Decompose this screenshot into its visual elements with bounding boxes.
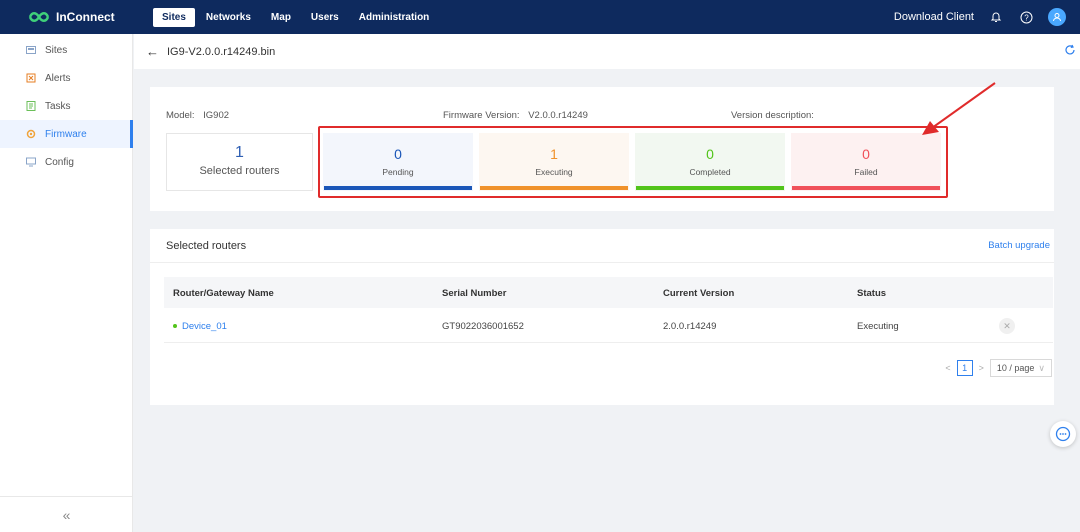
sidebar-item-tasks[interactable]: Tasks xyxy=(0,92,132,120)
brand-logo[interactable]: InConnect xyxy=(0,0,133,34)
nav-sites[interactable]: Sites xyxy=(153,7,195,27)
brand-name: InConnect xyxy=(56,10,115,24)
firmware-version-label: Firmware Version: xyxy=(443,110,520,121)
sidebar-item-label: Tasks xyxy=(45,100,71,112)
chat-support-button[interactable] xyxy=(1050,421,1076,447)
page-number-button[interactable]: 1 xyxy=(956,360,973,376)
firmware-icon xyxy=(26,129,36,139)
batch-upgrade-link[interactable]: Batch upgrade xyxy=(988,240,1050,251)
sidebar-item-label: Alerts xyxy=(45,72,71,84)
column-header: Current Version xyxy=(663,288,735,299)
chevron-down-icon: ∨ xyxy=(1038,362,1045,373)
model-value: IG902 xyxy=(203,110,230,121)
selected-routers-count-box: 1 Selected routers xyxy=(166,133,313,191)
close-icon: ✕ xyxy=(1003,320,1011,331)
nav-networks[interactable]: Networks xyxy=(197,8,260,27)
column-header: Status xyxy=(857,288,887,299)
column-header: Serial Number xyxy=(442,288,507,299)
sidebar-item-label: Firmware xyxy=(45,128,87,140)
bell-icon[interactable] xyxy=(988,9,1004,25)
card-title: Selected routers xyxy=(166,240,247,252)
sidebar-item-firmware[interactable]: Firmware xyxy=(0,120,133,148)
tasks-icon xyxy=(26,101,36,111)
top-nav: Sites Networks Map Users Administration xyxy=(153,0,438,34)
logo-icon xyxy=(28,12,50,22)
sidebar-collapse-button[interactable]: « xyxy=(0,496,133,532)
page-size-select[interactable]: 10 / page ∨ xyxy=(989,359,1052,377)
refresh-icon[interactable] xyxy=(1064,44,1076,56)
version-description: Version description: xyxy=(731,110,814,121)
sidebar-item-config[interactable]: Config xyxy=(0,148,132,176)
status-cell: Executing xyxy=(857,321,899,332)
nav-administration[interactable]: Administration xyxy=(350,8,439,27)
user-avatar[interactable] xyxy=(1048,8,1066,26)
cancel-upgrade-button[interactable]: ✕ xyxy=(999,318,1015,334)
model-label: Model: xyxy=(166,110,195,121)
page-size-value: 10 / page xyxy=(996,363,1035,373)
model-info: Model: IG902 xyxy=(166,110,229,121)
prev-page-icon[interactable]: < xyxy=(945,363,950,373)
router-name-link[interactable]: Device_01 xyxy=(182,321,227,332)
sidebar-item-label: Sites xyxy=(45,44,68,56)
selected-routers-count: 1 xyxy=(235,144,244,161)
config-icon xyxy=(26,157,36,167)
version-description-label: Version description: xyxy=(731,110,814,121)
divider xyxy=(150,262,1054,263)
table-header: Router/Gateway Name Serial Number Curren… xyxy=(164,277,1053,308)
sidebar-item-sites[interactable]: Sites xyxy=(0,36,132,64)
router-name-cell: Device_01 xyxy=(173,321,227,332)
chat-icon xyxy=(1055,426,1071,442)
nav-users[interactable]: Users xyxy=(302,8,348,27)
table-row: Device_01 GT9022036001652 2.0.0.r14249 E… xyxy=(164,309,1053,343)
svg-text:?: ? xyxy=(1024,13,1029,22)
help-icon[interactable]: ? xyxy=(1018,9,1034,25)
double-chevron-left-icon: « xyxy=(62,506,71,523)
sites-icon xyxy=(26,46,36,54)
sidebar: Sites Alerts Tasks Firmware Config « xyxy=(0,34,133,532)
topbar-actions: Download Client ? xyxy=(894,0,1080,34)
top-bar: InConnect Sites Networks Map Users Admin… xyxy=(0,0,1080,34)
alert-icon xyxy=(26,73,36,83)
sidebar-item-alerts[interactable]: Alerts xyxy=(0,64,132,92)
next-page-icon[interactable]: > xyxy=(979,363,984,373)
online-status-dot xyxy=(173,324,177,329)
back-arrow-icon[interactable]: ← xyxy=(146,44,159,59)
firmware-version-info: Firmware Version: V2.0.0.r14249 xyxy=(443,110,588,121)
selected-routers-card: Selected routers Batch upgrade Router/Ga… xyxy=(150,229,1054,405)
current-version-cell: 2.0.0.r14249 xyxy=(663,321,717,332)
nav-map[interactable]: Map xyxy=(262,8,300,27)
annotation-highlight-box xyxy=(318,126,948,198)
user-icon xyxy=(1053,13,1061,22)
firmware-version-value: V2.0.0.r14249 xyxy=(528,110,588,121)
download-client-link[interactable]: Download Client xyxy=(894,11,974,23)
page-header: ← IG9-V2.0.0.r14249.bin xyxy=(134,34,1080,69)
page-title: IG9-V2.0.0.r14249.bin xyxy=(167,45,276,58)
pagination: < 1 > 10 / page ∨ xyxy=(945,359,1052,377)
column-header: Router/Gateway Name xyxy=(173,288,274,299)
sidebar-item-label: Config xyxy=(45,156,74,168)
serial-number-cell: GT9022036001652 xyxy=(442,321,524,332)
selected-routers-label: Selected routers xyxy=(199,165,280,177)
